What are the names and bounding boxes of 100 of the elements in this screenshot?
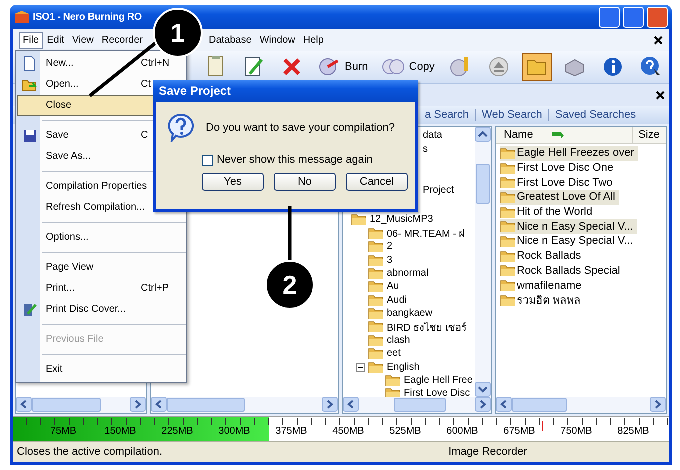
scroll-left-button[interactable] bbox=[16, 397, 32, 412]
menu-item[interactable]: Exit bbox=[17, 359, 185, 380]
tree-item[interactable]: 12_MusicMP3 bbox=[370, 214, 434, 226]
dialog-button[interactable]: Yes bbox=[202, 173, 264, 191]
tree-item[interactable]: clash bbox=[387, 334, 410, 346]
scroll-thumb[interactable] bbox=[167, 398, 244, 412]
menu-item[interactable]: View bbox=[68, 32, 98, 48]
file-list-item[interactable]: wmafilename bbox=[500, 278, 586, 293]
tree-item[interactable]: data bbox=[423, 130, 442, 142]
file-list-item[interactable]: Nice n Easy Special V... bbox=[500, 234, 638, 249]
menu-item[interactable]: Open... Ct bbox=[17, 74, 154, 95]
search-tab[interactable]: a Search bbox=[419, 109, 476, 121]
scroll-right-button[interactable] bbox=[322, 397, 338, 412]
folder-icon bbox=[368, 347, 384, 360]
scroll-down-button[interactable] bbox=[475, 382, 491, 397]
file-list-item[interactable]: Hit of the World bbox=[500, 204, 597, 220]
file-list-item[interactable]: First Love Disc Two bbox=[500, 175, 617, 190]
folder-icon bbox=[368, 334, 384, 347]
scroll-right-button[interactable] bbox=[475, 397, 491, 412]
tree-item[interactable]: abnormal bbox=[387, 268, 429, 279]
tree-item[interactable]: English bbox=[387, 362, 420, 373]
scale-label: 750MB bbox=[560, 426, 594, 437]
toolbar-button[interactable]: Copy bbox=[379, 53, 438, 81]
close-icon[interactable] bbox=[654, 36, 663, 44]
folder-icon bbox=[500, 176, 516, 190]
toolbar-button[interactable]: Burn bbox=[315, 53, 372, 81]
tree-item[interactable]: 06- MR.TEAM - ฝ bbox=[387, 226, 466, 241]
folder-icon bbox=[500, 190, 516, 204]
tree-item[interactable]: bangkaew bbox=[387, 308, 433, 320]
column-header[interactable]: Name bbox=[504, 129, 534, 141]
menu-item[interactable]: File bbox=[19, 32, 44, 48]
scroll-right-button[interactable] bbox=[650, 397, 666, 412]
search-tab[interactable]: Web Search bbox=[475, 109, 548, 121]
minimize-button[interactable] bbox=[599, 6, 620, 28]
scroll-thumb[interactable] bbox=[32, 398, 101, 412]
file-list-item[interactable]: Rock Ballads Special bbox=[500, 264, 624, 278]
close-icon[interactable] bbox=[656, 90, 665, 100]
menu-item[interactable]: Save As... bbox=[17, 146, 154, 167]
scroll-left-button[interactable] bbox=[343, 397, 359, 412]
file-list-item[interactable]: Greatest Love Of All bbox=[500, 190, 620, 205]
scroll-left-button[interactable] bbox=[496, 397, 512, 412]
folder-icon bbox=[368, 266, 384, 280]
folder-icon bbox=[500, 220, 516, 234]
folder-icon bbox=[368, 280, 384, 294]
scale-label: 150MB bbox=[104, 426, 138, 437]
menu-item[interactable]: Help bbox=[299, 32, 328, 48]
scroll-thumb[interactable] bbox=[512, 398, 568, 412]
folder-icon bbox=[385, 387, 401, 397]
file-list-item[interactable]: Nice n Easy Special V... bbox=[500, 219, 638, 234]
scale-label: 75MB bbox=[49, 426, 78, 437]
scroll-up-button[interactable] bbox=[475, 127, 491, 142]
tree-item[interactable]: Eagle Hell Free bbox=[404, 375, 473, 386]
tree-item[interactable]: Au bbox=[387, 281, 400, 292]
close-button[interactable] bbox=[647, 6, 668, 28]
dialog-button[interactable]: Cancel bbox=[346, 173, 408, 191]
tree-item[interactable]: 3 bbox=[387, 254, 393, 266]
scale-label: 375MB bbox=[274, 426, 308, 437]
dialog-button[interactable]: No bbox=[274, 173, 336, 191]
menu-item[interactable]: Refresh Compilation... bbox=[17, 197, 154, 218]
scroll-right-button[interactable] bbox=[130, 397, 146, 412]
folder-icon bbox=[368, 226, 384, 240]
search-tab[interactable]: Saved Searches bbox=[548, 109, 642, 121]
menu-item[interactable]: Options... bbox=[17, 227, 185, 248]
tree-item[interactable]: First Love Disc bbox=[404, 388, 470, 397]
folder-icon bbox=[368, 320, 384, 334]
file-list-item[interactable]: รวมฮิต พลพล bbox=[500, 292, 586, 308]
menu-item[interactable]: Print... Ctrl+P bbox=[17, 278, 185, 299]
tree-item[interactable]: s bbox=[423, 144, 428, 155]
column-header[interactable]: Size bbox=[632, 129, 666, 141]
scale-label: 825MB bbox=[616, 426, 650, 437]
menu-item[interactable]: Database bbox=[205, 32, 256, 48]
scroll-left-button[interactable] bbox=[151, 397, 167, 412]
scroll-thumb[interactable] bbox=[476, 164, 490, 204]
scale-label: 225MB bbox=[160, 426, 194, 437]
menu-item[interactable]: Page View bbox=[17, 257, 185, 278]
maximize-button[interactable] bbox=[623, 6, 644, 28]
folder-icon bbox=[368, 254, 384, 267]
tree-item[interactable]: Project bbox=[423, 184, 454, 196]
tree-item[interactable]: BIRD ธงไชย เซอร์ bbox=[387, 320, 466, 334]
checkbox[interactable] bbox=[202, 154, 213, 166]
collapse-icon[interactable] bbox=[356, 362, 365, 372]
file-list-item[interactable]: Rock Ballads bbox=[500, 248, 586, 264]
file-list-item[interactable]: First Love Disc One bbox=[500, 160, 618, 176]
menu-item[interactable]: Recorder bbox=[98, 32, 147, 48]
tree-item[interactable]: 2 bbox=[387, 241, 393, 252]
tree-item[interactable]: eet bbox=[387, 348, 401, 360]
menu-item[interactable]: Compilation Properties bbox=[17, 176, 154, 197]
folder-icon bbox=[500, 146, 516, 160]
toolbar-button[interactable] bbox=[522, 53, 552, 81]
menu-item[interactable]: Save C bbox=[17, 125, 154, 146]
folder-icon bbox=[500, 279, 516, 292]
checkbox-label[interactable]: Never show this message again bbox=[217, 154, 373, 166]
folder-icon bbox=[500, 162, 516, 175]
file-list-item[interactable]: Eagle Hell Freezes over bbox=[500, 146, 638, 161]
menu-item[interactable]: Close bbox=[17, 95, 154, 116]
menu-item[interactable]: Window bbox=[256, 32, 300, 48]
menu-item[interactable]: Edit bbox=[43, 32, 68, 48]
menu-item[interactable]: Print Disc Cover... bbox=[17, 299, 185, 320]
tree-item[interactable]: Audi bbox=[387, 294, 408, 306]
scroll-thumb[interactable] bbox=[394, 398, 446, 412]
